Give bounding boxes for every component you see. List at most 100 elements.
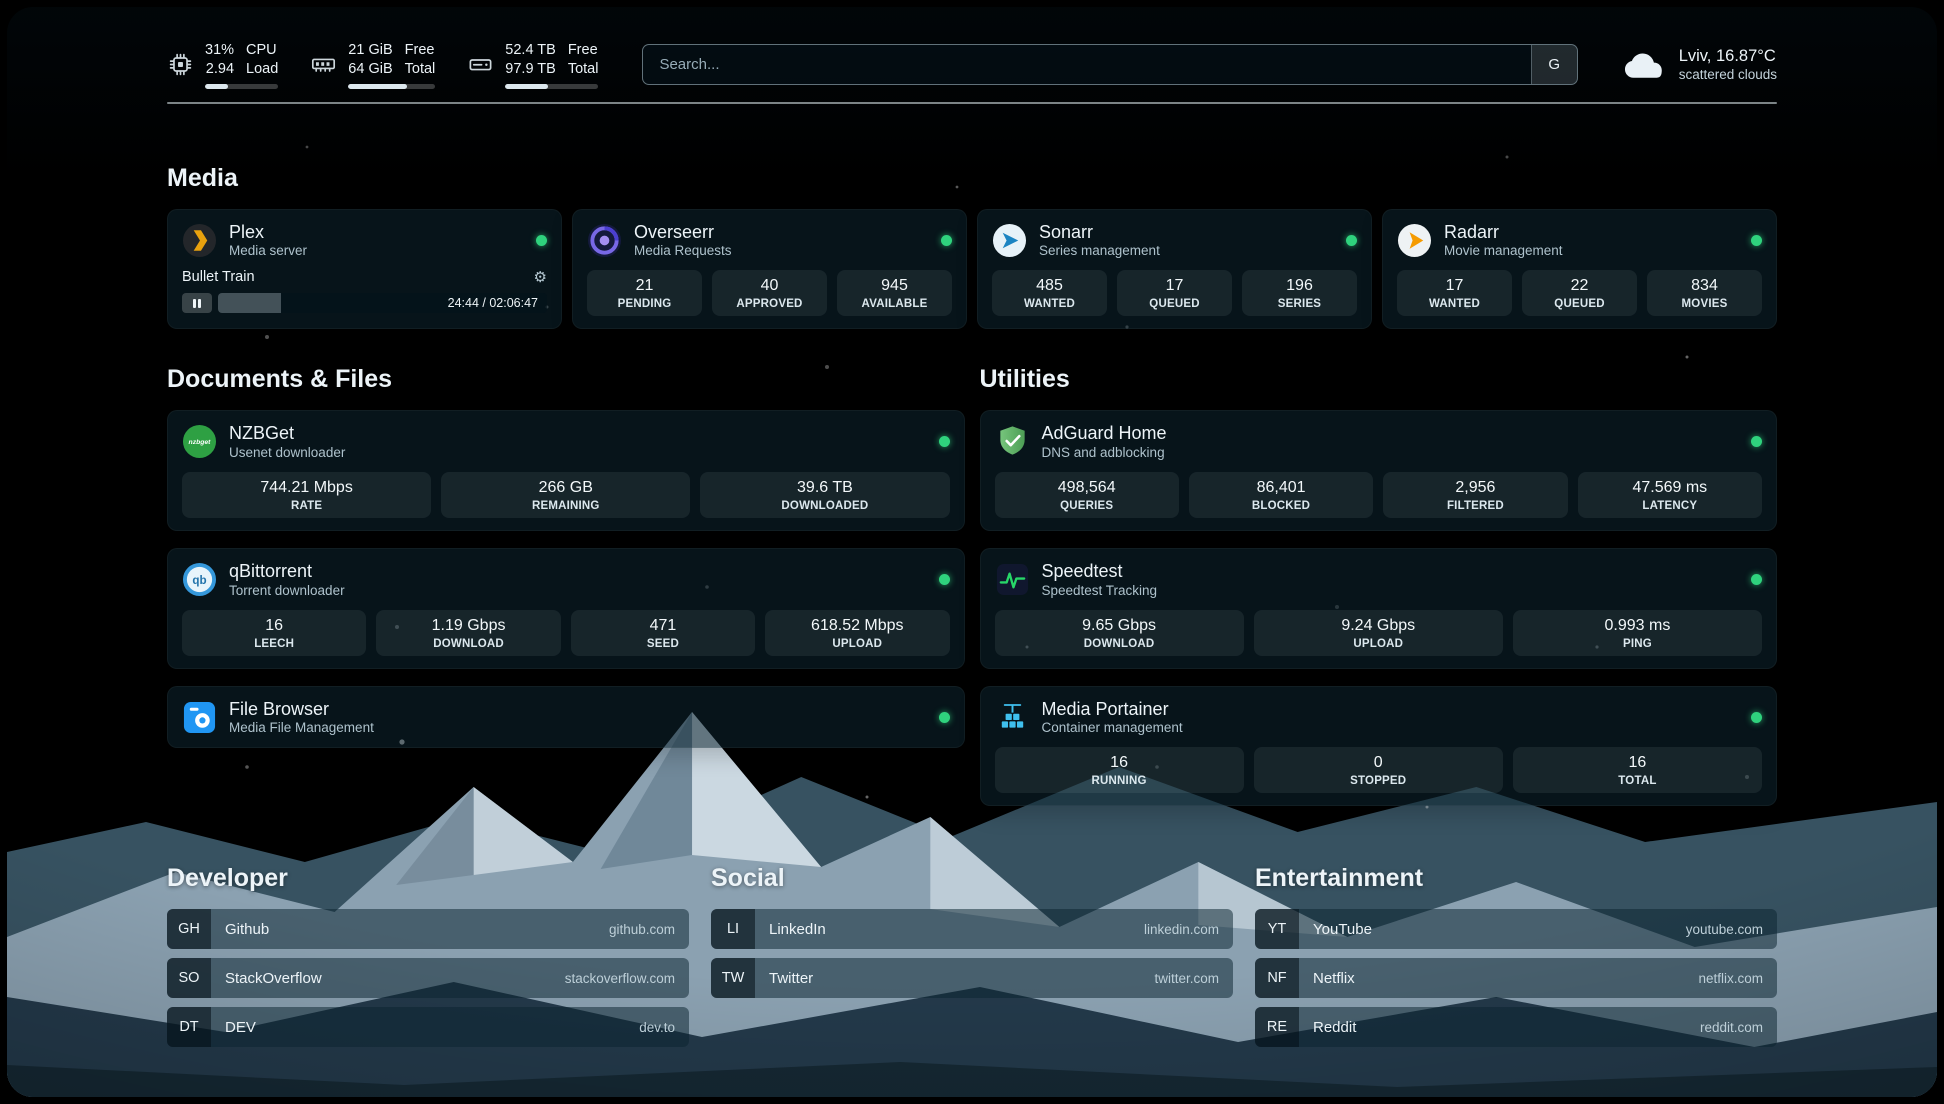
overseerr-stat-available: 945 AVAILABLE — [837, 270, 952, 316]
nzbget-stat-downloaded: 39.6 TB DOWNLOADED — [700, 472, 949, 518]
qbittorrent-card: qb qBittorrent Torrent downloader 16 — [167, 548, 965, 669]
stackoverflow-abbr: SO — [167, 958, 211, 998]
sonarr-name[interactable]: Sonarr — [1039, 222, 1160, 243]
media-section: Media Plex Media server — [167, 164, 1777, 330]
radarr-icon[interactable] — [1397, 223, 1432, 258]
portainer-stat-total: 16 TOTAL — [1513, 747, 1762, 793]
adguard-name[interactable]: AdGuard Home — [1042, 423, 1167, 444]
svg-text:qb: qb — [192, 574, 206, 587]
bookmark-twitter[interactable]: TW Twitter twitter.com — [711, 958, 1233, 998]
adguard-card: AdGuard Home DNS and adblocking 498,564 … — [980, 410, 1778, 531]
radarr-name[interactable]: Radarr — [1444, 222, 1563, 243]
filebrowser-name[interactable]: File Browser — [229, 699, 374, 720]
adguard-stat-filtered: 2,956 FILTERED — [1383, 472, 1567, 518]
bookmark-linkedin[interactable]: LI LinkedIn linkedin.com — [711, 909, 1233, 949]
plex-progress-fill — [218, 293, 281, 313]
sonarr-stat-queued: 17 QUEUED — [1117, 270, 1232, 316]
twitter-abbr: TW — [711, 958, 755, 998]
speedtest-name[interactable]: Speedtest — [1042, 561, 1158, 582]
radarr-stat-movies: 834 MOVIES — [1647, 270, 1762, 316]
disk-icon — [467, 51, 494, 78]
nzbget-status-dot — [939, 436, 950, 447]
search-input[interactable] — [643, 45, 1530, 84]
sonarr-stat-wanted: 485 WANTED — [992, 270, 1107, 316]
filebrowser-icon[interactable] — [182, 700, 217, 735]
portainer-subtitle: Container management — [1042, 720, 1183, 735]
memory-bar — [348, 84, 435, 89]
weather-location: Lviv, 16.87°C — [1679, 47, 1777, 66]
plex-name[interactable]: Plex — [229, 222, 307, 243]
bookmark-youtube[interactable]: YT YouTube youtube.com — [1255, 909, 1777, 949]
filebrowser-status-dot — [939, 712, 950, 723]
portainer-status-dot — [1751, 712, 1762, 723]
bookmark-dev[interactable]: DT DEV dev.to — [167, 1007, 689, 1047]
portainer-name[interactable]: Media Portainer — [1042, 699, 1183, 720]
bookmark-stackoverflow[interactable]: SO StackOverflow stackoverflow.com — [167, 958, 689, 998]
search-provider-button[interactable]: G — [1531, 45, 1577, 84]
reddit-name: Reddit — [1313, 1019, 1356, 1036]
plex-playback-time: 24:44 / 02:06:47 — [448, 293, 538, 313]
nzbget-name[interactable]: NZBGet — [229, 423, 345, 444]
developer-section-title: Developer — [167, 864, 689, 893]
linkedin-abbr: LI — [711, 909, 755, 949]
radarr-subtitle: Movie management — [1444, 243, 1563, 258]
netflix-domain: netflix.com — [1698, 971, 1763, 986]
cpu-bar-fill — [205, 84, 228, 89]
nzbget-icon[interactable]: nzbget — [182, 424, 217, 459]
social-section-title: Social — [711, 864, 1233, 893]
nzbget-stat-rate: 744.21 Mbps RATE — [182, 472, 431, 518]
youtube-domain: youtube.com — [1686, 922, 1763, 937]
cpu-label-top: CPU — [246, 41, 278, 60]
memory-label-top: Free — [405, 41, 436, 60]
cpu-chip-icon — [167, 51, 194, 78]
adguard-icon[interactable] — [995, 424, 1030, 459]
netflix-name: Netflix — [1313, 970, 1355, 987]
adguard-status-dot — [1751, 436, 1762, 447]
youtube-abbr: YT — [1255, 909, 1299, 949]
overseerr-stat-approved: 40 APPROVED — [712, 270, 827, 316]
disk-label-bottom: Total — [568, 60, 599, 79]
disk-widget: 52.4 TB 97.9 TB Free Total — [467, 41, 598, 89]
overseerr-status-dot — [941, 235, 952, 246]
radarr-stat-wanted: 17 WANTED — [1397, 270, 1512, 316]
bookmark-github[interactable]: GH Github github.com — [167, 909, 689, 949]
overseerr-card: Overseerr Media Requests 21 PENDING 40 A… — [572, 209, 967, 330]
overseerr-icon[interactable] — [587, 223, 622, 258]
speedtest-stat-upload: 9.24 Gbps UPLOAD — [1254, 610, 1503, 656]
qbittorrent-subtitle: Torrent downloader — [229, 583, 345, 598]
youtube-name: YouTube — [1313, 921, 1372, 938]
memory-widget: 21 GiB 64 GiB Free Total — [310, 41, 435, 89]
qbittorrent-stat-seed: 471 SEED — [571, 610, 755, 656]
plex-subtitle: Media server — [229, 243, 307, 258]
speedtest-stat-download: 9.65 Gbps DOWNLOAD — [995, 610, 1244, 656]
disk-free-value: 52.4 TB — [505, 41, 556, 60]
qbittorrent-icon[interactable]: qb — [182, 562, 217, 597]
stackoverflow-domain: stackoverflow.com — [565, 971, 675, 986]
overseerr-name[interactable]: Overseerr — [634, 222, 732, 243]
weather-condition: scattered clouds — [1679, 67, 1777, 82]
plex-icon[interactable] — [182, 223, 217, 258]
filebrowser-subtitle: Media File Management — [229, 720, 374, 735]
portainer-card: Media Portainer Container management 16 … — [980, 686, 1778, 807]
speedtest-stat-ping: 0.993 ms PING — [1513, 610, 1762, 656]
sonarr-icon[interactable] — [992, 223, 1027, 258]
gear-icon[interactable]: ⚙ — [534, 268, 547, 286]
memory-total-value: 64 GiB — [348, 60, 392, 79]
stackoverflow-name: StackOverflow — [225, 970, 322, 987]
nzbget-card: nzbget NZBGet Usenet downloader 744.21 M… — [167, 410, 965, 531]
speedtest-icon[interactable] — [995, 562, 1030, 597]
portainer-icon[interactable] — [995, 700, 1030, 735]
top-bar: 31% 2.94 CPU Load — [167, 41, 1777, 89]
qbittorrent-stat-download: 1.19 Gbps DOWNLOAD — [376, 610, 560, 656]
disk-total-value: 97.9 TB — [505, 60, 556, 79]
bookmark-reddit[interactable]: RE Reddit reddit.com — [1255, 1007, 1777, 1047]
pause-icon — [193, 299, 196, 308]
plex-card: Plex Media server Bullet Train ⚙ 24:4 — [167, 209, 562, 330]
pause-button[interactable] — [182, 293, 212, 313]
github-name: Github — [225, 921, 269, 938]
bookmark-netflix[interactable]: NF Netflix netflix.com — [1255, 958, 1777, 998]
qbittorrent-name[interactable]: qBittorrent — [229, 561, 345, 582]
sonarr-card: Sonarr Series management 485 WANTED 17 Q… — [977, 209, 1372, 330]
weather-widget[interactable]: Lviv, 16.87°C scattered clouds — [1622, 47, 1777, 82]
filebrowser-card: File Browser Media File Management — [167, 686, 965, 749]
